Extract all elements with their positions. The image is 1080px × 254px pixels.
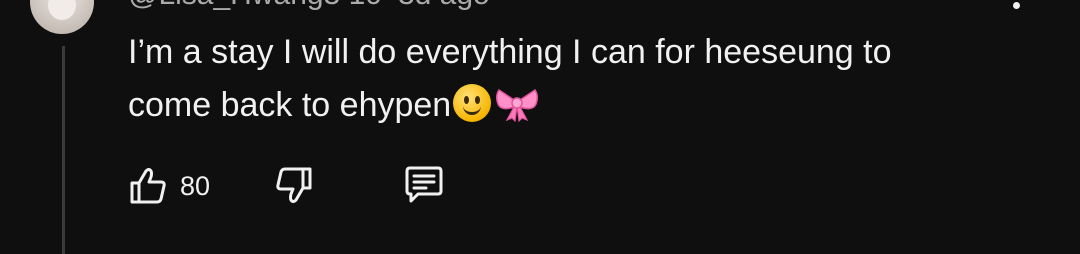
like-button[interactable]: 80	[128, 162, 210, 210]
thumbs-down-icon	[274, 165, 316, 207]
reply-button[interactable]	[402, 162, 446, 210]
more-options-icon[interactable]	[1004, 0, 1028, 20]
thumbs-up-icon	[128, 165, 170, 207]
comment-header: @Lisa_Hwang3 10 3d ago	[128, 0, 490, 12]
comment-reply-icon	[402, 165, 446, 207]
smiling-face-emoji	[453, 84, 492, 122]
comment-timestamp: 3d ago	[398, 0, 490, 11]
comment-text: I’m a stay I will do everything I can fo…	[128, 26, 1008, 132]
like-count: 80	[180, 170, 211, 201]
dislike-button[interactable]	[274, 162, 316, 210]
avatar[interactable]	[30, 0, 94, 34]
comment-text-line-1: I’m a stay I will do everything I can fo…	[128, 33, 892, 71]
reply-thread-line	[62, 46, 65, 254]
author-handle[interactable]: @Lisa_Hwang3 10	[128, 0, 382, 11]
comment-text-line-2: come back to ehypen	[128, 79, 1008, 132]
ribbon-emoji	[495, 85, 539, 123]
